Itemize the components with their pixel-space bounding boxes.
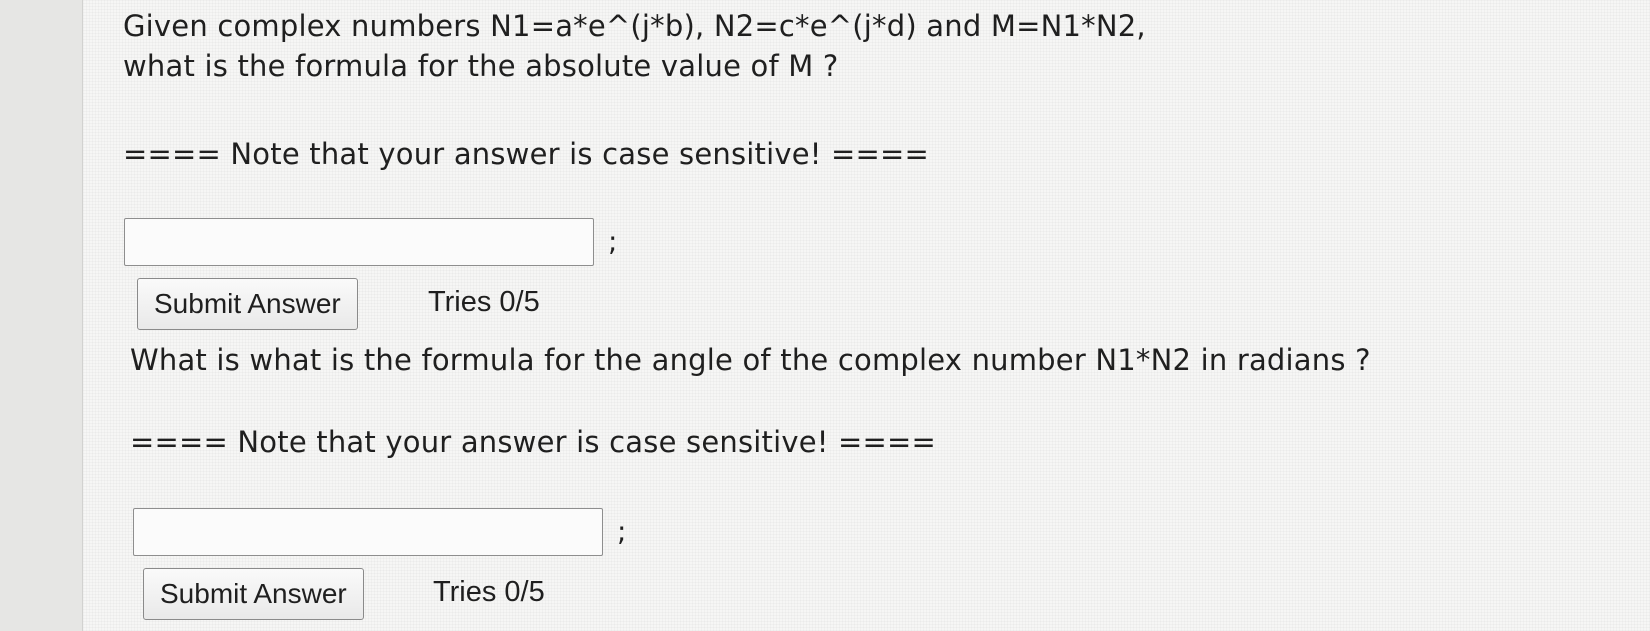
question1-text-line2: what is the formula for the absolute val…: [123, 49, 839, 83]
left-margin: [0, 0, 83, 631]
question2-semicolon: ;: [617, 515, 627, 548]
question2-submit-button[interactable]: Submit Answer: [143, 568, 364, 620]
question1-semicolon: ;: [608, 225, 618, 258]
question1-submit-button[interactable]: Submit Answer: [137, 278, 358, 330]
question2-answer-input[interactable]: [133, 508, 603, 556]
question1-text-line1: Given complex numbers N1=a*e^(j*b), N2=c…: [123, 9, 1146, 43]
question1-tries-counter: Tries 0/5: [428, 286, 540, 318]
question1-answer-input[interactable]: [124, 218, 594, 266]
question1-case-note: ==== Note that your answer is case sensi…: [123, 137, 930, 171]
problem-page: Given complex numbers N1=a*e^(j*b), N2=c…: [83, 0, 1650, 631]
question2-text-line1: What is what is the formula for the angl…: [130, 343, 1371, 377]
question2-tries-counter: Tries 0/5: [433, 576, 545, 608]
question2-case-note: ==== Note that your answer is case sensi…: [130, 425, 937, 459]
